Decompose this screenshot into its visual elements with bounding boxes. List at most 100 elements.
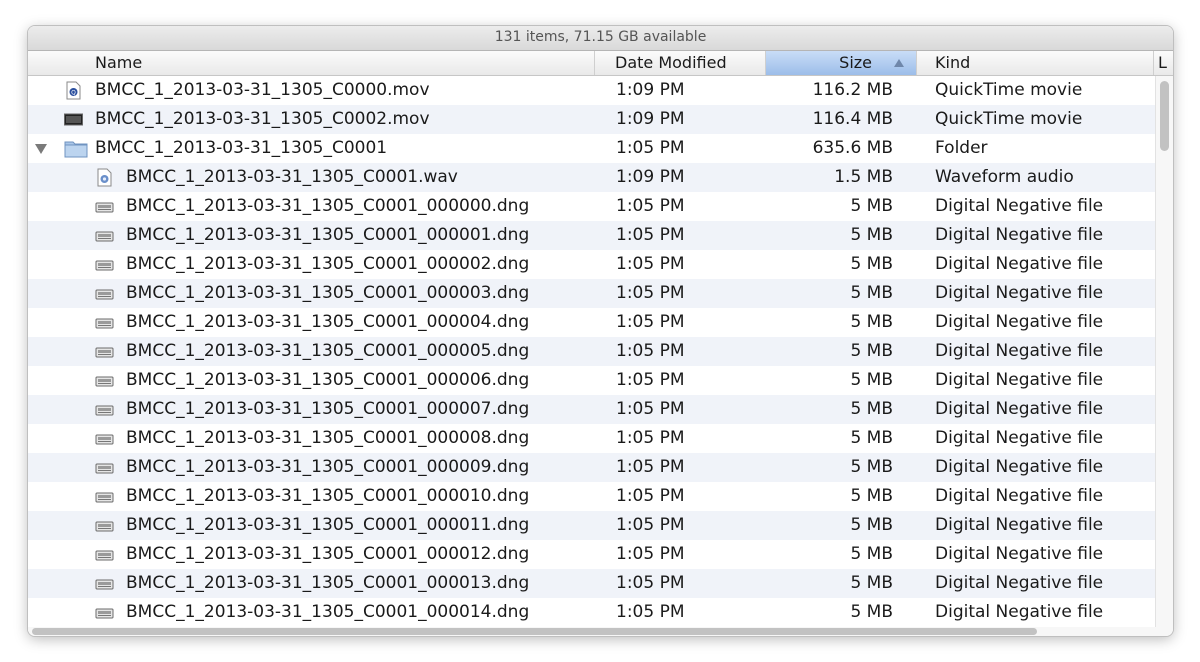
horizontal-scroll-thumb[interactable] (32, 628, 1037, 635)
finder-window: 131 items, 71.15 GB available Name Date … (28, 26, 1173, 636)
audio-file-icon (95, 168, 114, 187)
date-modified: 1:05 PM (616, 370, 685, 390)
date-modified: 1:09 PM (616, 80, 685, 100)
list-row[interactable]: BMCC_1_2013-03-31_1305_C0001_000002.dng 1… (28, 250, 1156, 279)
column-header-name[interactable]: Name (28, 51, 595, 75)
dng-file-icon (95, 545, 114, 564)
date-modified: 1:05 PM (616, 544, 685, 564)
file-name: BMCC_1_2013-03-31_1305_C0001_000009.dng (126, 457, 530, 477)
file-size: 5 MB (850, 312, 893, 332)
file-size: 5 MB (850, 341, 893, 361)
dng-file-icon (95, 603, 114, 622)
date-modified: 1:05 PM (616, 283, 685, 303)
column-header-label[interactable]: L (1154, 51, 1173, 75)
file-size: 5 MB (850, 283, 893, 303)
file-name: BMCC_1_2013-03-31_1305_C0001 (95, 138, 388, 158)
file-size: 5 MB (850, 399, 893, 419)
file-name: BMCC_1_2013-03-31_1305_C0001.wav (126, 167, 458, 187)
list-row[interactable]: BMCC_1_2013-03-31_1305_C0001_000001.dng 1… (28, 221, 1156, 250)
file-kind: Digital Negative file (935, 341, 1104, 361)
file-kind: Digital Negative file (935, 573, 1104, 593)
file-size: 5 MB (850, 544, 893, 564)
date-modified: 1:05 PM (616, 515, 685, 535)
file-size: 5 MB (850, 225, 893, 245)
file-kind: QuickTime movie (935, 109, 1083, 129)
list-row[interactable]: BMCC_1_2013-03-31_1305_C0001_000013.dng 1… (28, 569, 1156, 598)
file-size: 5 MB (850, 254, 893, 274)
file-size: 116.4 MB (812, 109, 893, 129)
list-row[interactable]: BMCC_1_2013-03-31_1305_C0001_000006.dng 1… (28, 366, 1156, 395)
date-modified: 1:05 PM (616, 225, 685, 245)
file-size: 5 MB (850, 515, 893, 535)
file-list: Q BMCC_1_2013-03-31_1305_C0000.mov 1:09 PM… (28, 76, 1156, 626)
list-row[interactable]: BMCC_1_2013-03-31_1305_C0001_000009.dng 1… (28, 453, 1156, 482)
vertical-scrollbar[interactable] (1155, 76, 1173, 628)
file-name: BMCC_1_2013-03-31_1305_C0000.mov (95, 80, 430, 100)
file-size: 5 MB (850, 370, 893, 390)
file-kind: Digital Negative file (935, 254, 1104, 274)
file-kind: Digital Negative file (935, 225, 1104, 245)
list-row[interactable]: BMCC_1_2013-03-31_1305_C0001_000000.dng 1… (28, 192, 1156, 221)
horizontal-scrollbar[interactable] (28, 627, 1173, 636)
file-name: BMCC_1_2013-03-31_1305_C0001_000001.dng (126, 225, 530, 245)
quicktime-icon: Q (64, 81, 83, 100)
dng-file-icon (95, 429, 114, 448)
dng-file-icon (95, 487, 114, 506)
date-modified: 1:05 PM (616, 602, 685, 622)
file-size: 5 MB (850, 573, 893, 593)
date-modified: 1:05 PM (616, 254, 685, 274)
dng-file-icon (95, 313, 114, 332)
column-header-date-modified[interactable]: Date Modified (595, 51, 766, 75)
list-row[interactable]: BMCC_1_2013-03-31_1305_C0001_000014.dng 1… (28, 598, 1156, 626)
file-name: BMCC_1_2013-03-31_1305_C0001_000005.dng (126, 341, 530, 361)
list-row[interactable]: Q BMCC_1_2013-03-31_1305_C0000.mov 1:09 PM… (28, 76, 1156, 105)
status-bar: 131 items, 71.15 GB available (28, 26, 1173, 51)
file-name: BMCC_1_2013-03-31_1305_C0001_000012.dng (126, 544, 530, 564)
list-row[interactable]: BMCC_1_2013-03-31_1305_C0001_000007.dng 1… (28, 395, 1156, 424)
list-row[interactable]: BMCC_1_2013-03-31_1305_C0001 1:05 PM 635.6… (28, 134, 1156, 163)
dng-file-icon (95, 226, 114, 245)
list-row[interactable]: BMCC_1_2013-03-31_1305_C0001_000005.dng 1… (28, 337, 1156, 366)
date-modified: 1:05 PM (616, 399, 685, 419)
file-name: BMCC_1_2013-03-31_1305_C0001_000011.dng (126, 515, 530, 535)
disclosure-triangle-icon[interactable] (35, 144, 47, 154)
file-kind: Digital Negative file (935, 196, 1104, 216)
file-kind: Digital Negative file (935, 283, 1104, 303)
file-name: BMCC_1_2013-03-31_1305_C0001_000007.dng (126, 399, 530, 419)
dng-file-icon (95, 516, 114, 535)
list-header: Name Date Modified Size Kind L (28, 51, 1173, 76)
dng-file-icon (95, 371, 114, 390)
file-name: BMCC_1_2013-03-31_1305_C0001_000000.dng (126, 196, 530, 216)
file-kind: Digital Negative file (935, 312, 1104, 332)
file-name: BMCC_1_2013-03-31_1305_C0002.mov (95, 109, 430, 129)
file-name: BMCC_1_2013-03-31_1305_C0001_000003.dng (126, 283, 530, 303)
date-modified: 1:05 PM (616, 457, 685, 477)
file-name: BMCC_1_2013-03-31_1305_C0001_000014.dng (126, 602, 530, 622)
file-size: 5 MB (850, 428, 893, 448)
list-row[interactable]: BMCC_1_2013-03-31_1305_C0002.mov 1:09 PM 1… (28, 105, 1156, 134)
date-modified: 1:05 PM (616, 196, 685, 216)
list-row[interactable]: BMCC_1_2013-03-31_1305_C0001_000010.dng 1… (28, 482, 1156, 511)
column-header-size[interactable]: Size (766, 51, 917, 75)
list-row[interactable]: BMCC_1_2013-03-31_1305_C0001_000012.dng 1… (28, 540, 1156, 569)
dng-file-icon (95, 400, 114, 419)
list-row[interactable]: BMCC_1_2013-03-31_1305_C0001_000004.dng 1… (28, 308, 1156, 337)
list-row[interactable]: BMCC_1_2013-03-31_1305_C0001.wav 1:09 PM 1… (28, 163, 1156, 192)
dng-file-icon (95, 284, 114, 303)
file-kind: Waveform audio (935, 167, 1074, 187)
column-header-kind[interactable]: Kind (917, 51, 1154, 75)
list-row[interactable]: BMCC_1_2013-03-31_1305_C0001_000011.dng 1… (28, 511, 1156, 540)
list-row[interactable]: BMCC_1_2013-03-31_1305_C0001_000003.dng 1… (28, 279, 1156, 308)
dng-file-icon (95, 574, 114, 593)
vertical-scroll-thumb[interactable] (1160, 81, 1169, 151)
date-modified: 1:05 PM (616, 312, 685, 332)
dng-file-icon (95, 255, 114, 274)
folder-icon (64, 139, 88, 158)
dng-file-icon (95, 197, 114, 216)
file-kind: Digital Negative file (935, 399, 1104, 419)
file-size: 5 MB (850, 196, 893, 216)
file-size: 1.5 MB (834, 167, 893, 187)
file-name: BMCC_1_2013-03-31_1305_C0001_000004.dng (126, 312, 530, 332)
list-row[interactable]: BMCC_1_2013-03-31_1305_C0001_000008.dng 1… (28, 424, 1156, 453)
date-modified: 1:09 PM (616, 167, 685, 187)
